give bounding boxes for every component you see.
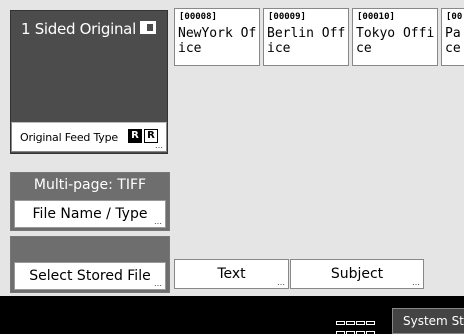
original-feed-type-button[interactable]: Original Feed Type R R … <box>11 122 167 152</box>
file-number: [00010] <box>357 12 395 22</box>
file-name: Pa ce <box>445 26 461 56</box>
file-name-type-label: File Name / Type <box>32 206 148 222</box>
multipage-header: Multi-page: TIFF <box>33 177 147 193</box>
file-number: [00008] <box>179 12 217 22</box>
file-name: NewYork Of ice <box>178 26 257 56</box>
file-name: Tokyo Offi ce <box>356 26 435 56</box>
more-icon: … <box>412 278 420 287</box>
stored-file-header <box>11 237 169 262</box>
file-button-00009[interactable]: [00009] Berlin Off ice <box>263 8 349 66</box>
text-button-label: Text <box>217 266 246 282</box>
one-sided-original-icon <box>140 21 156 34</box>
file-button-00010[interactable]: [00010] Tokyo Offi ce <box>352 8 438 66</box>
select-stored-file-label: Select Stored File <box>29 268 151 284</box>
subject-button-label: Subject <box>330 266 384 282</box>
file-button-00008[interactable]: [00008] NewYork Of ice <box>174 8 260 66</box>
feed-type-label: Original Feed Type <box>20 131 118 144</box>
memory-indicator-icon <box>336 310 382 325</box>
memory-indicator-icon <box>336 320 382 334</box>
file-name: Berlin Off ice <box>267 26 346 56</box>
file-button-partial[interactable]: [00 Pa ce <box>441 8 464 66</box>
select-stored-file-button[interactable]: Select Stored File … <box>14 262 166 290</box>
system-status-button[interactable]: System Stat <box>392 308 464 334</box>
more-icon: … <box>277 278 285 287</box>
file-name-type-button[interactable]: File Name / Type … <box>14 200 166 228</box>
subject-button[interactable]: Subject … <box>290 259 424 289</box>
stored-file-group: Select Stored File … <box>10 236 170 293</box>
file-number: [00009] <box>268 12 306 22</box>
more-icon: … <box>155 141 163 150</box>
feed-r-icon: R <box>128 129 142 143</box>
more-icon: … <box>154 279 162 288</box>
more-icon: … <box>154 217 162 226</box>
file-number: [00 <box>446 12 463 22</box>
text-button[interactable]: Text … <box>174 259 289 289</box>
multipage-group: Multi-page: TIFF File Name / Type … <box>10 172 170 231</box>
original-title: 1 Sided Original <box>21 20 136 38</box>
screen: 1 Sided Original Original Feed Type R R … <box>0 0 464 334</box>
